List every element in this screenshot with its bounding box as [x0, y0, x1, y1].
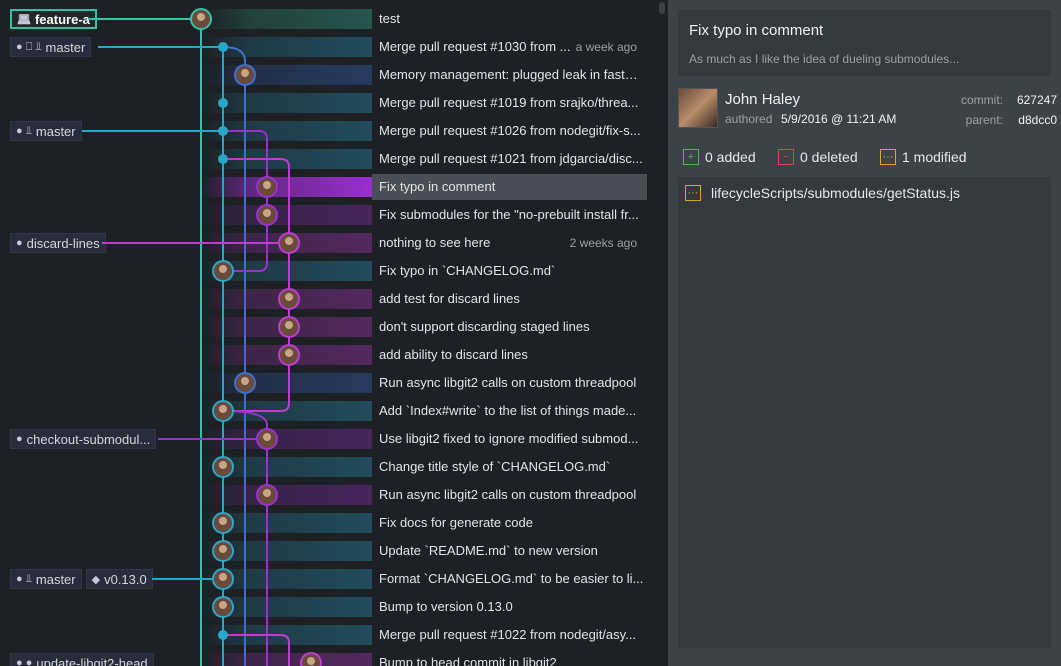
- added-count: + 0 added: [683, 149, 756, 165]
- commit-graph-pane[interactable]: 💻︎ feature-a test ● ⎕ ⫫ master Merge pull req…: [0, 0, 657, 666]
- commit-node-avatar[interactable]: [212, 512, 234, 534]
- commit-node-avatar[interactable]: [278, 316, 300, 338]
- graph-scrollbar[interactable]: [657, 0, 668, 666]
- deleted-count: − 0 deleted: [778, 149, 858, 165]
- commit-node-avatar[interactable]: [212, 568, 234, 590]
- commit-node-avatar[interactable]: [256, 484, 278, 506]
- authored-date: 5/9/2016 @ 11:21 AM: [781, 112, 897, 126]
- modified-file-icon: ···: [685, 185, 701, 201]
- app-window: 💻︎ feature-a test ● ⎕ ⫫ master Merge pull req…: [0, 0, 1061, 666]
- author-name: John Haley: [725, 91, 801, 108]
- commit-summary-body: As much as I like the idea of dueling su…: [689, 52, 960, 66]
- commit-node-avatar[interactable]: [278, 344, 300, 366]
- commit-node[interactable]: [218, 630, 228, 640]
- commit-node[interactable]: [218, 154, 228, 164]
- changed-file-item[interactable]: ··· lifecycleScripts/submodules/getStatu…: [685, 185, 960, 201]
- commit-node-avatar[interactable]: [278, 232, 300, 254]
- commit-node-avatar[interactable]: [212, 540, 234, 562]
- commit-sha[interactable]: 627247: [1017, 93, 1057, 107]
- modified-label: 1 modified: [902, 149, 967, 165]
- commit-node-avatar[interactable]: [212, 400, 234, 422]
- commit-node[interactable]: [218, 126, 228, 136]
- commit-node-avatar[interactable]: [256, 176, 278, 198]
- graph-edge: [223, 634, 290, 644]
- graph-scrollbar-thumb[interactable]: [659, 2, 665, 14]
- commit-node-avatar[interactable]: [256, 428, 278, 450]
- deleted-icon: −: [778, 149, 794, 165]
- commit-node-avatar[interactable]: [212, 260, 234, 282]
- deleted-label: 0 deleted: [800, 149, 858, 165]
- commit-node-avatar[interactable]: [212, 456, 234, 478]
- commit-node-avatar[interactable]: [234, 372, 256, 394]
- parent-sha[interactable]: d8dcc0: [1018, 113, 1057, 127]
- commit-details-pane: Fix typo in comment As much as I like th…: [668, 0, 1061, 666]
- added-label: 0 added: [705, 149, 756, 165]
- authored-label: authored: [725, 112, 773, 126]
- commit-node-avatar[interactable]: [256, 204, 278, 226]
- modified-icon: ···: [880, 149, 896, 165]
- commit-node-avatar[interactable]: [190, 8, 212, 30]
- parent-sha-label: parent:: [965, 113, 1003, 127]
- commit-node[interactable]: [218, 42, 228, 52]
- commit-node-avatar[interactable]: [234, 64, 256, 86]
- modified-count: ··· 1 modified: [880, 149, 967, 165]
- commit-node-avatar[interactable]: [212, 596, 234, 618]
- commit-sha-label: commit:: [961, 93, 1003, 107]
- commit-node[interactable]: [218, 98, 228, 108]
- commit-summary-title: Fix typo in comment: [689, 22, 824, 39]
- commit-summary: Fix typo in comment As much as I like th…: [678, 10, 1051, 76]
- commit-node-avatar[interactable]: [300, 652, 322, 666]
- commit-graph: [82, 8, 322, 666]
- changed-file-path: lifecycleScripts/submodules/getStatus.js: [711, 185, 960, 201]
- added-icon: +: [683, 149, 699, 165]
- author-avatar: [678, 88, 718, 128]
- graph-edge: [223, 158, 290, 168]
- commit-node-avatar[interactable]: [278, 288, 300, 310]
- changed-files-list: ··· lifecycleScripts/submodules/getStatu…: [678, 177, 1051, 648]
